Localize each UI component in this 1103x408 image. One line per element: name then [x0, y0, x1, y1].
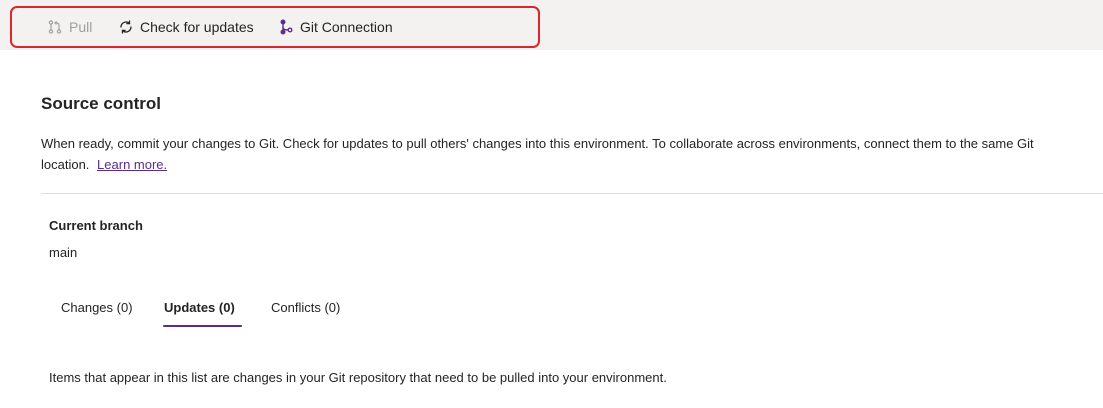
pull-request-icon: [47, 19, 63, 35]
tab-changes[interactable]: Changes (0): [61, 297, 133, 319]
tab-updates[interactable]: Updates (0): [164, 297, 235, 319]
command-bar: Pull Check for updates Git Connection: [0, 0, 1103, 50]
pull-button[interactable]: Pull: [47, 16, 92, 38]
check-for-updates-label: Check for updates: [140, 19, 254, 35]
check-for-updates-button[interactable]: Check for updates: [118, 16, 254, 38]
pull-label: Pull: [69, 19, 93, 35]
git-connection-label: Git Connection: [300, 19, 393, 35]
git-connection-button[interactable]: Git Connection: [278, 16, 393, 38]
learn-more-link[interactable]: Learn more.: [97, 157, 167, 172]
description: When ready, commit your changes to Git. …: [41, 133, 1081, 175]
active-tab-indicator: [163, 325, 242, 327]
current-branch-label: Current branch: [49, 218, 143, 233]
divider: [41, 193, 1103, 194]
page-title: Source control: [41, 94, 161, 113]
description-text: When ready, commit your changes to Git. …: [41, 136, 1034, 172]
tab-conflicts[interactable]: Conflicts (0): [271, 297, 340, 319]
updates-info-text: Items that appear in this list are chang…: [49, 370, 667, 385]
refresh-icon: [118, 19, 134, 35]
current-branch-value: main: [49, 245, 78, 260]
branch-icon: [278, 19, 294, 35]
